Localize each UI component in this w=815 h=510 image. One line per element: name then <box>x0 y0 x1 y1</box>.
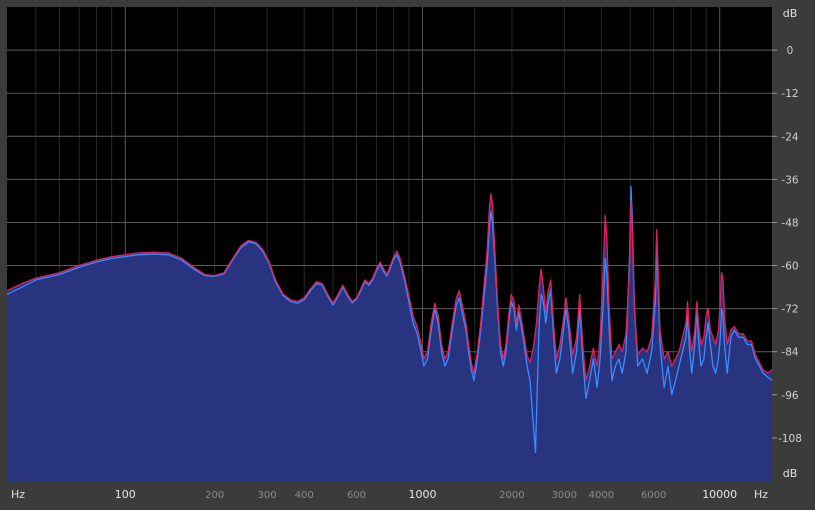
x-tick-label: 3000 <box>552 490 577 501</box>
y-tick-label: 0 <box>787 45 794 57</box>
x-tick-label: 600 <box>347 490 366 501</box>
x-tick-label: 100 <box>115 488 136 501</box>
x-tick-label: 1000 <box>409 488 437 501</box>
x-unit-right: Hz <box>754 488 768 501</box>
x-tick-label: 2000 <box>499 490 524 501</box>
y-tick-label: -84 <box>781 347 798 359</box>
x-tick-label: 4000 <box>589 490 614 501</box>
y-unit-top: dB <box>783 7 798 20</box>
spectrum-analyzer-frame: 0 -12 -24 -36 -48 -60 -72 -84 -96 -108 100 200 300 4… <box>0 0 815 506</box>
y-tick-label: -96 <box>781 390 798 402</box>
y-tick-label: -108 <box>778 433 802 445</box>
frequency-spectrum-chart: 0 -12 -24 -36 -48 -60 -72 -84 -96 -108 100 200 300 4… <box>6 7 802 501</box>
x-tick-label: 6000 <box>641 490 666 501</box>
y-tick-label: -48 <box>781 218 798 230</box>
x-tick-label: 400 <box>295 490 314 501</box>
y-tick-label: -60 <box>781 261 798 273</box>
x-unit-left: Hz <box>11 488 25 501</box>
x-axis: 100 200 300 400 600 1000 2000 3000 4000 6000 10000 <box>115 488 737 501</box>
x-tick-label: 200 <box>205 490 224 501</box>
y-tick-label: -36 <box>781 174 798 186</box>
y-tick-label: -12 <box>781 88 798 100</box>
y-unit-bottom: dB <box>783 467 798 480</box>
x-tick-label: 10000 <box>702 488 737 501</box>
y-tick-label: -24 <box>781 131 798 143</box>
x-tick-label: 300 <box>258 490 277 501</box>
y-tick-label: -72 <box>781 304 798 316</box>
y-axis: 0 -12 -24 -36 -48 -60 -72 -84 -96 -108 <box>772 45 802 445</box>
